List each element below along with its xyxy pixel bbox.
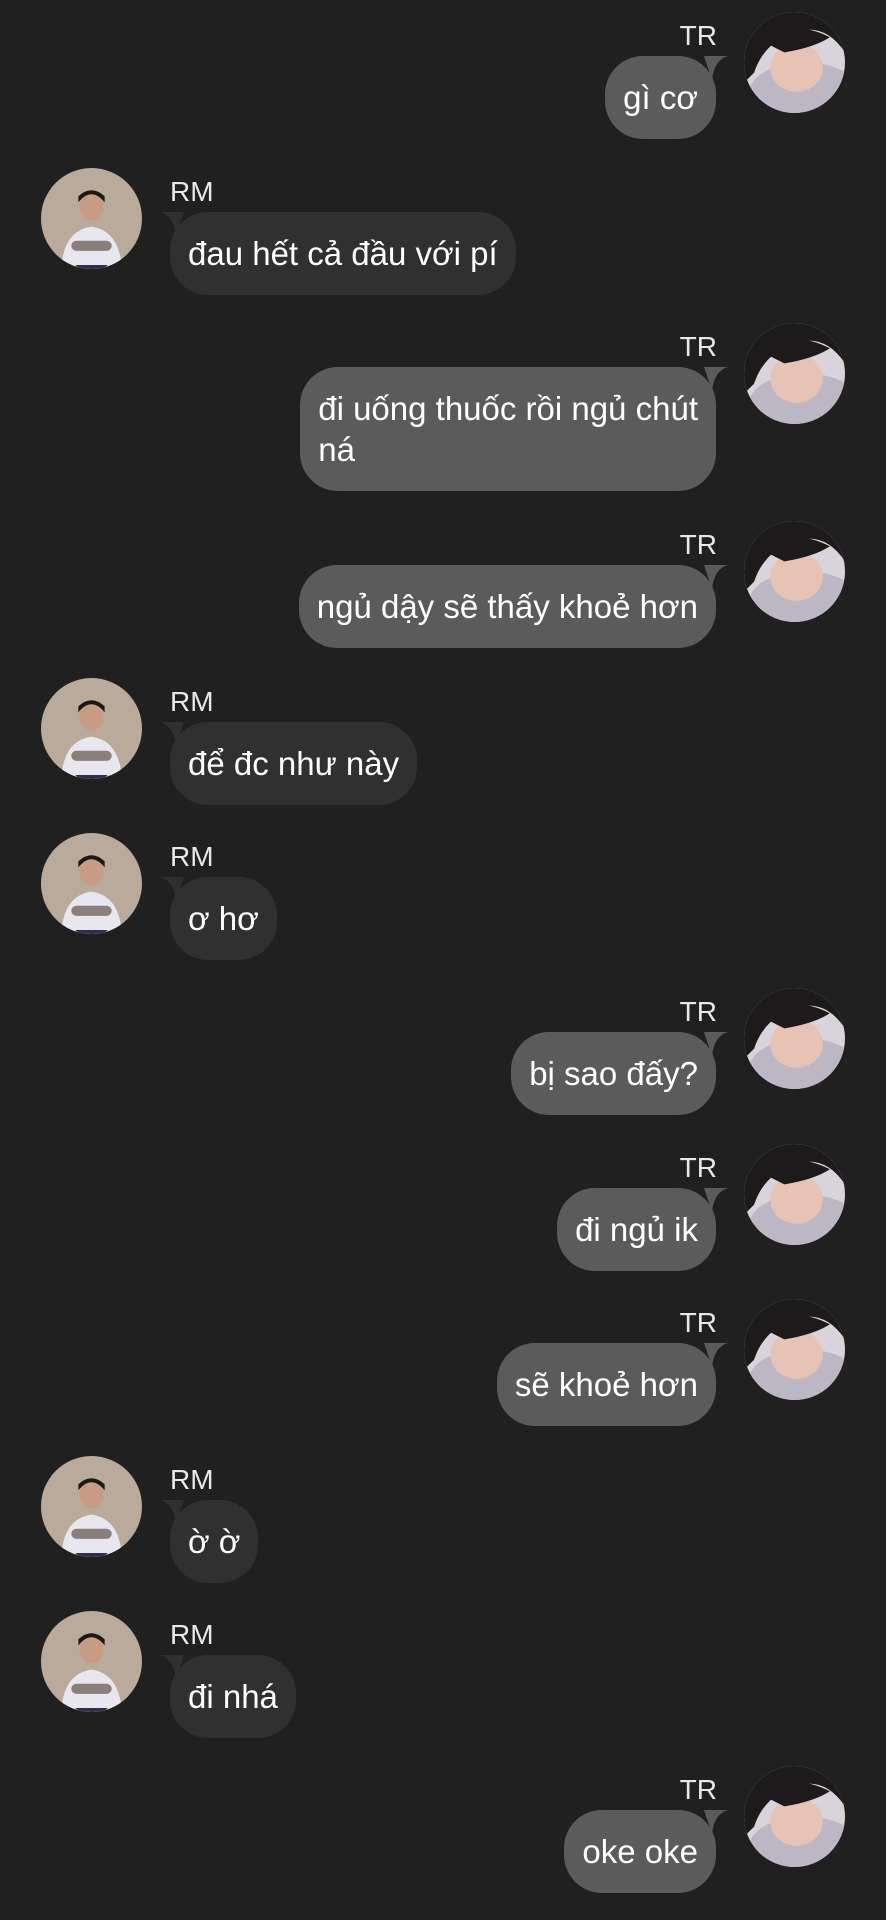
avatar-tr-photo-icon [744, 1144, 845, 1245]
bubble-tail-icon [704, 1810, 728, 1834]
message-bubble[interactable]: ờ ờ [170, 1500, 259, 1583]
message-bubble[interactable]: ơ hơ [170, 877, 277, 960]
avatar-rm[interactable] [41, 678, 142, 779]
bubble-tail-icon [704, 367, 728, 391]
avatar-tr[interactable] [744, 1766, 845, 1867]
sender-name: RM [170, 1619, 214, 1650]
avatar-rm-photo-icon [41, 1456, 142, 1557]
message-bubble[interactable]: đi uống thuốc rồi ngủ chút ná [300, 367, 716, 491]
message-bubble[interactable]: sẽ khoẻ hơn [496, 1343, 716, 1426]
sender-name: TR [679, 20, 717, 51]
message-bubble[interactable]: bị sao đấy? [511, 1032, 716, 1115]
sender-name: RM [170, 841, 214, 872]
sender-name: TR [679, 1774, 717, 1805]
message-bubble[interactable]: đau hết cả đầu với pí [170, 212, 516, 295]
bubble-tail-icon [704, 1188, 728, 1212]
sender-name: TR [679, 331, 717, 362]
bubble-tail-icon [704, 565, 728, 589]
sender-name: TR [679, 996, 717, 1027]
avatar-tr[interactable] [744, 1299, 845, 1400]
avatar-tr-photo-icon [744, 521, 845, 622]
sender-name: RM [170, 686, 214, 717]
sender-name: RM [170, 1464, 214, 1495]
avatar-rm-photo-icon [41, 168, 142, 269]
sender-name: TR [679, 529, 717, 560]
avatar-tr[interactable] [744, 1144, 845, 1245]
avatar-tr[interactable] [744, 323, 845, 424]
avatar-tr-photo-icon [744, 1299, 845, 1400]
sender-name: RM [170, 176, 214, 207]
message-bubble[interactable]: ngủ dậy sẽ thấy khoẻ hơn [298, 565, 716, 648]
avatar-tr[interactable] [744, 988, 845, 1089]
avatar-tr[interactable] [744, 12, 845, 113]
avatar-rm[interactable] [41, 1611, 142, 1712]
avatar-rm[interactable] [41, 168, 142, 269]
sender-name: TR [679, 1307, 717, 1338]
avatar-rm-photo-icon [41, 833, 142, 934]
avatar-rm[interactable] [41, 833, 142, 934]
message-bubble[interactable]: để đc như này [170, 722, 418, 805]
message-bubble[interactable]: gì cơ [605, 56, 716, 139]
avatar-tr-photo-icon [744, 988, 845, 1089]
bubble-tail-icon [704, 56, 728, 80]
message-bubble[interactable]: đi ngủ ik [557, 1188, 716, 1271]
avatar-rm-photo-icon [41, 678, 142, 779]
avatar-rm[interactable] [41, 1456, 142, 1557]
sender-name: TR [679, 1152, 717, 1183]
bubble-tail-icon [704, 1032, 728, 1056]
avatar-tr-photo-icon [744, 1766, 845, 1867]
avatar-tr[interactable] [744, 521, 845, 622]
message-bubble[interactable]: oke oke [564, 1810, 716, 1893]
avatar-tr-photo-icon [744, 323, 845, 424]
message-bubble[interactable]: đi nhá [170, 1655, 296, 1738]
avatar-tr-photo-icon [744, 12, 845, 113]
avatar-rm-photo-icon [41, 1611, 142, 1712]
bubble-tail-icon [704, 1343, 728, 1367]
